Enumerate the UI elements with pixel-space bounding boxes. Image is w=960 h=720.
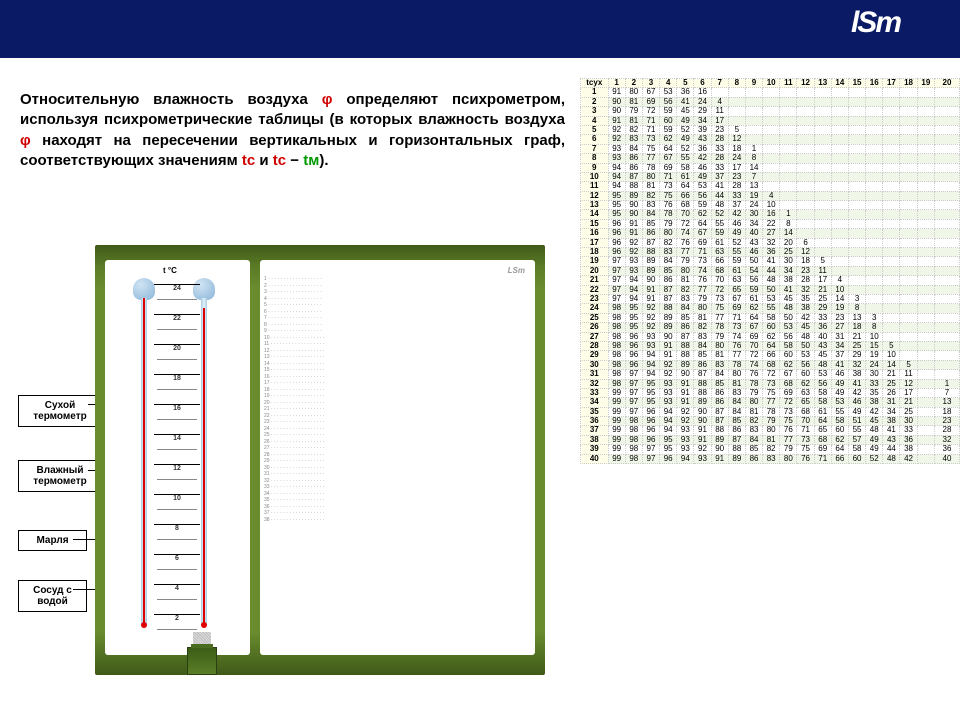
table-col-header: 18 [900, 79, 917, 88]
table-col-header: 17 [883, 79, 900, 88]
table-row: 3999989795939290888582797569645849443836 [581, 445, 960, 454]
table-col-header: 11 [780, 79, 797, 88]
psychrometric-table: tсух1234567891011121314151617181920 1918… [580, 78, 960, 464]
table-row: 2498959288848075696255483829198 [581, 304, 960, 313]
table-col-header: 8 [728, 79, 745, 88]
text: и [255, 152, 273, 169]
table-row: 390797259452911 [581, 107, 960, 116]
table-col-header: 16 [866, 79, 883, 88]
dry-thermometer [133, 278, 155, 625]
tm-symbol: tм [303, 152, 319, 169]
callout-dry-thermometer: Сухой термометр [18, 395, 102, 427]
tc-symbol: tс [242, 152, 255, 169]
table-row: 1918067533616 [581, 88, 960, 97]
table-col-header: 9 [745, 79, 762, 88]
wet-thermometer [193, 278, 215, 625]
callout-gauze: Марля [18, 530, 87, 551]
phi-symbol: φ [322, 91, 333, 108]
table-row: 269895928986827873676053453627188 [581, 323, 960, 332]
logo-text: lSm [851, 6, 900, 40]
table-col-header: 15 [848, 79, 865, 88]
tc-symbol: tс [273, 152, 286, 169]
mini-logo: LSm [264, 264, 531, 276]
table-col-header: 14 [831, 79, 848, 88]
callout-vessel: Сосуд с водой [18, 580, 87, 612]
thermometer-panel: t °C 24222018161412108642 [105, 260, 250, 655]
description-paragraph: Относительную влажность воздуха φ опреде… [20, 90, 565, 171]
table-row: 199793898479736659504130185 [581, 257, 960, 266]
table-row: 329897959391888581787368625649413325121 [581, 379, 960, 388]
table-col-header: 20 [935, 79, 960, 88]
table-row: 14959084787062524230161 [581, 210, 960, 219]
psychrometer-illustration: t °C 24222018161412108642 LSm 1 · · · · … [95, 245, 545, 675]
table-col-header: 12 [797, 79, 814, 88]
table-row: 31989794929087848076726760534638302111 [581, 370, 960, 379]
text: − [286, 152, 303, 169]
water-vessel [187, 647, 217, 675]
text: ). [319, 152, 328, 169]
text: Относительную влажность воздуха [20, 91, 322, 108]
table-row: 21979490868176706356483828174 [581, 276, 960, 285]
table-row: 169691868074675949402714 [581, 229, 960, 238]
thermometer-scale: 24222018161412108642 [160, 284, 194, 644]
table-row: 11948881736453412813 [581, 182, 960, 191]
table-row: 3499979593918986848077726558534638312113 [581, 398, 960, 407]
table-col-header: 7 [711, 79, 728, 88]
table-row: 299896949188858177726660534537291910 [581, 351, 960, 360]
header-bar: lSm [0, 0, 960, 58]
table-col-header: 10 [763, 79, 780, 88]
mini-row: 38 · · · · · · · · · · · · · · · · · · [264, 517, 531, 524]
table-row: 893867767554228248 [581, 154, 960, 163]
table-col-header: 13 [814, 79, 831, 88]
callout-wet-thermometer: Влажный термометр [18, 460, 102, 492]
table-row: 3799989694939188868380767165605548413328 [581, 426, 960, 435]
mini-table-panel: LSm 1 · · · · · · · · · · · · · · · · · … [260, 260, 535, 655]
table-row: 4099989796949391898683807671666052484240 [581, 454, 960, 463]
table-row: 69283736249432812 [581, 135, 960, 144]
temperature-unit-label: t °C [163, 266, 177, 275]
table-row: 9948678695846331714 [581, 163, 960, 172]
phi-symbol: φ [20, 132, 31, 149]
table-col-header: 19 [917, 79, 934, 88]
